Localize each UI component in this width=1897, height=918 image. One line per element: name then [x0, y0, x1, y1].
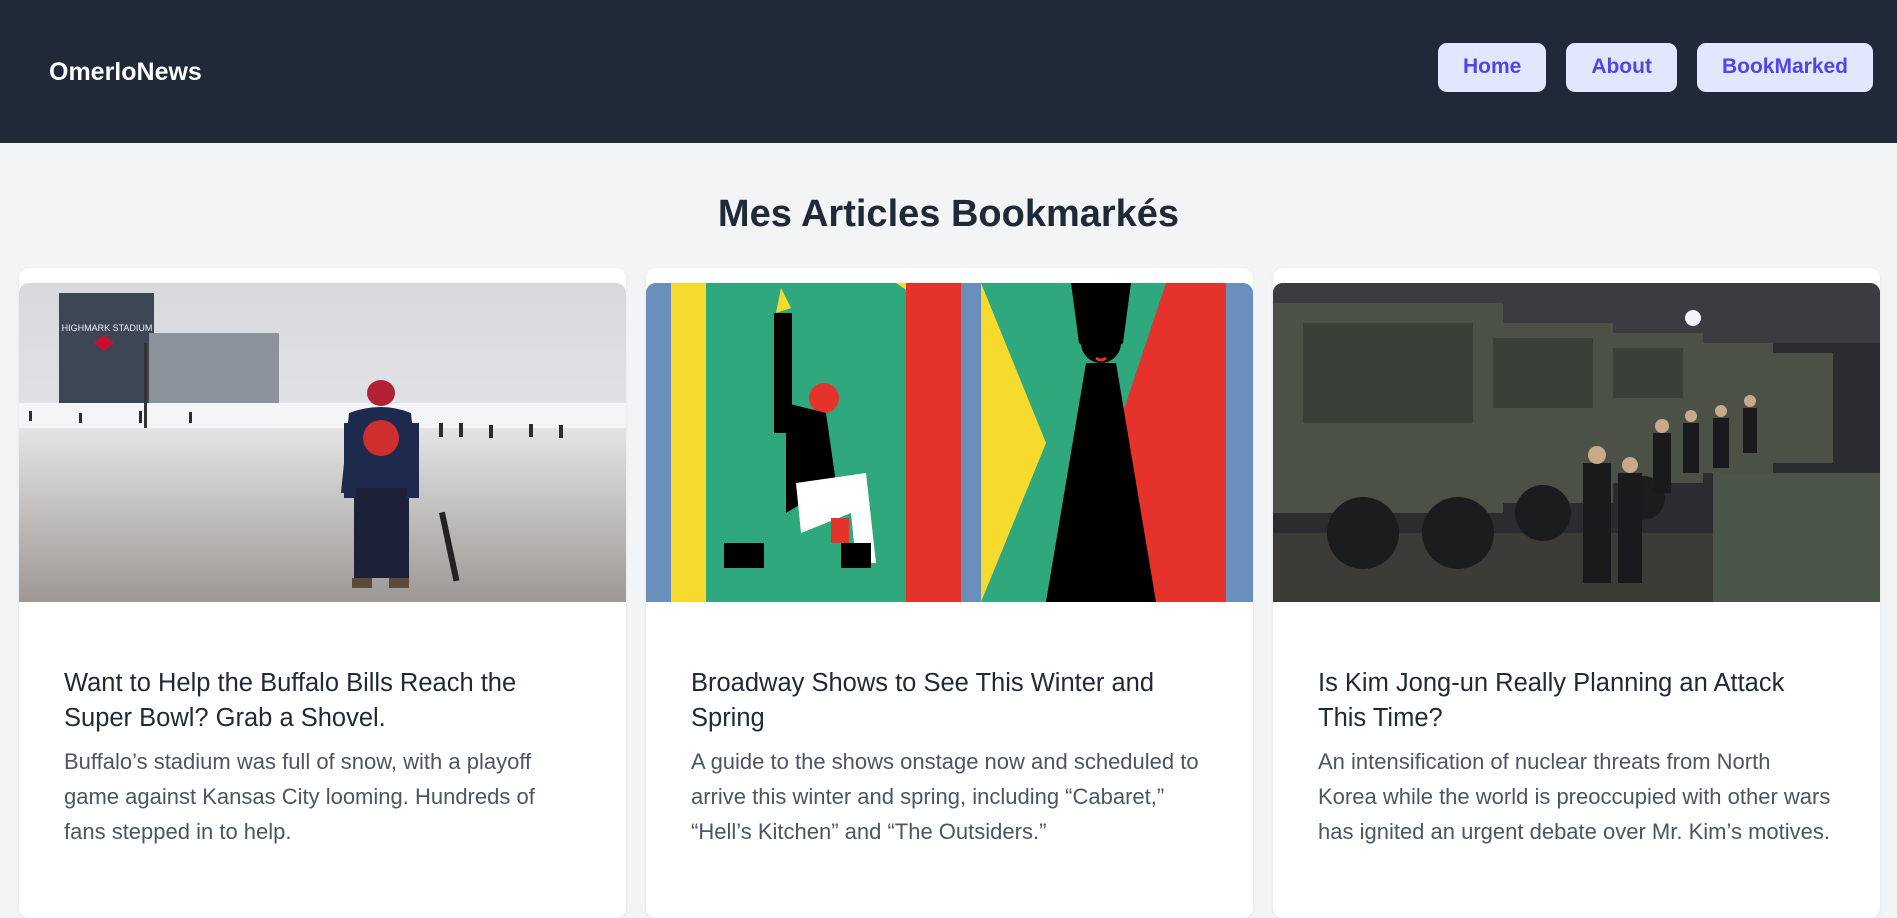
article-card[interactable]: Broadway Shows to See This Winter and Sp…: [646, 268, 1253, 918]
nav-bookmarked-button[interactable]: BookMarked: [1696, 42, 1873, 92]
site-logo[interactable]: OmerloNews: [49, 58, 202, 87]
article-title[interactable]: Want to Help the Buffalo Bills Reach the…: [64, 666, 581, 736]
article-grid: HIGHMARK STADIUM Want to Help the Buffal…: [19, 268, 1880, 918]
article-card[interactable]: Is Kim Jong-un Really Planning an Attack…: [1273, 268, 1880, 918]
article-description: An intensification of nuclear threats fr…: [1318, 749, 1831, 844]
broadway-illustration[interactable]: [646, 283, 1253, 602]
article-description: A guide to the shows onstage now and sch…: [691, 749, 1199, 844]
page-title: Mes Articles Bookmarkés: [717, 193, 1180, 235]
article-card[interactable]: HIGHMARK STADIUM Want to Help the Buffal…: [19, 268, 626, 918]
nav-home-button[interactable]: Home: [1437, 42, 1547, 92]
nav-about-button[interactable]: About: [1566, 42, 1677, 92]
stadium-sign-text: HIGHMARK STADIUM: [62, 323, 153, 333]
top-navbar: OmerloNews Home About BookMarked: [0, 0, 1897, 143]
article-title[interactable]: Is Kim Jong-un Really Planning an Attack…: [1318, 666, 1835, 736]
stadium-snow-photo[interactable]: HIGHMARK STADIUM: [19, 283, 626, 602]
military-vehicles-photo[interactable]: [1273, 283, 1880, 602]
main-nav: Home About BookMarked: [1437, 42, 1873, 92]
article-title[interactable]: Broadway Shows to See This Winter and Sp…: [691, 666, 1208, 736]
article-description: Buffalo’s stadium was full of snow, with…: [64, 749, 535, 844]
